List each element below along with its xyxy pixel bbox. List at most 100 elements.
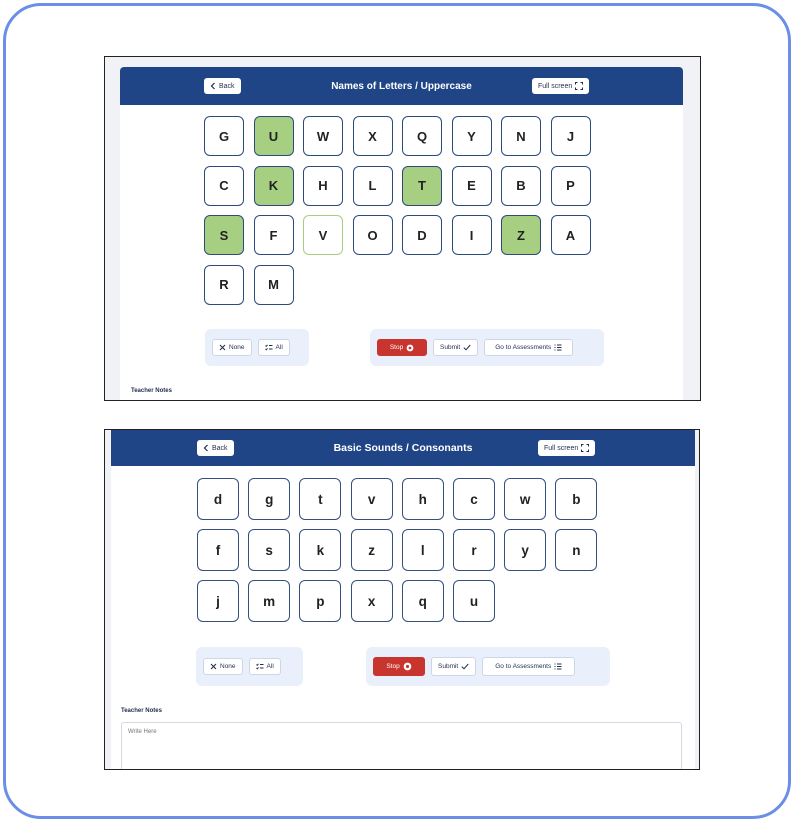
letter-tile-R[interactable]: R: [204, 264, 244, 305]
fullscreen-button[interactable]: Full screen: [538, 440, 596, 456]
page-title: Basic Sounds / Consonants: [333, 442, 473, 454]
all-label: All: [275, 344, 283, 351]
letter-tile-v[interactable]: v: [350, 478, 393, 520]
stop-button[interactable]: Stop: [377, 339, 427, 356]
letter-tile-q[interactable]: q: [401, 580, 444, 622]
assess-label: Go to Assessments: [495, 663, 552, 670]
go-to-assessments-button[interactable]: Go to Assessments: [484, 339, 574, 356]
letter-tile-N[interactable]: N: [501, 116, 541, 156]
letter-tile-W[interactable]: W: [303, 116, 343, 156]
letter-tile-S[interactable]: S: [204, 215, 244, 255]
none-label: None: [229, 344, 245, 351]
stop-circle-icon: [406, 344, 414, 351]
letter-tile-J[interactable]: J: [550, 116, 591, 156]
submit-label: Submit: [438, 663, 459, 670]
close-icon: [219, 344, 226, 351]
none-button[interactable]: None: [212, 339, 252, 356]
letter-tile-k[interactable]: k: [299, 529, 342, 571]
fullscreen-label: Full screen: [538, 82, 573, 90]
teacher-notes-input[interactable]: [121, 722, 682, 769]
submit-button[interactable]: Submit: [431, 657, 477, 676]
back-label: Back: [212, 444, 228, 452]
letter-tile-O[interactable]: O: [352, 215, 393, 255]
letter-tile-U[interactable]: U: [253, 116, 294, 156]
assessment-card: Back Basic Sounds / Consonants Full scre…: [111, 430, 695, 769]
letter-tile-T[interactable]: T: [402, 165, 442, 206]
stop-button[interactable]: Stop: [373, 657, 425, 676]
letter-tile-E[interactable]: E: [451, 165, 492, 206]
stop-label: Stop: [386, 663, 400, 670]
letter-tile-u[interactable]: u: [453, 580, 495, 622]
checklist-icon: [255, 663, 264, 670]
go-to-assessments-button[interactable]: Go to Assessments: [482, 657, 576, 676]
screenshot-uppercase: Back Names of Letters / Uppercase Full s…: [104, 56, 701, 401]
submit-button[interactable]: Submit: [433, 339, 479, 356]
fullscreen-button[interactable]: Full screen: [532, 78, 590, 94]
letter-tile-A[interactable]: A: [550, 215, 591, 255]
list-icon: [554, 344, 562, 351]
letter-tile-F[interactable]: F: [253, 215, 294, 255]
letter-tile-w[interactable]: w: [504, 478, 547, 520]
letter-tile-P[interactable]: P: [550, 165, 591, 206]
letter-tile-Z[interactable]: Z: [501, 215, 541, 255]
chevron-left-icon: [203, 444, 208, 452]
check-icon: [461, 663, 469, 670]
letter-tile-M[interactable]: M: [253, 264, 294, 305]
letter-tile-D[interactable]: D: [402, 215, 442, 255]
teacher-notes-label: Teacher Notes: [121, 708, 162, 714]
header-bar: Back Names of Letters / Uppercase Full s…: [120, 67, 683, 105]
letter-tile-X[interactable]: X: [352, 116, 393, 156]
letter-tile-y[interactable]: y: [504, 529, 547, 571]
checklist-icon: [264, 344, 273, 351]
all-button[interactable]: All: [257, 339, 290, 356]
action-panel: Stop Submit Go to Assessments: [366, 647, 610, 686]
screenshot-consonants: Back Basic Sounds / Consonants Full scre…: [104, 429, 700, 770]
letter-tile-p[interactable]: p: [299, 580, 342, 622]
all-button[interactable]: All: [248, 658, 281, 675]
submit-label: Submit: [440, 344, 461, 351]
letter-tile-C[interactable]: C: [204, 165, 244, 206]
letter-tile-V[interactable]: V: [303, 215, 343, 255]
letter-tile-z[interactable]: z: [350, 529, 393, 571]
letter-tile-B[interactable]: B: [501, 165, 541, 206]
letter-tile-h[interactable]: h: [401, 478, 444, 520]
letter-tile-f[interactable]: f: [197, 529, 239, 571]
none-label: None: [220, 663, 236, 670]
check-icon: [463, 344, 471, 351]
letter-tile-K[interactable]: K: [253, 165, 294, 206]
stop-label: Stop: [389, 344, 404, 351]
letter-tile-l[interactable]: l: [401, 529, 444, 571]
fullscreen-icon: [575, 82, 584, 90]
teacher-notes-label: Teacher Notes: [131, 388, 172, 394]
letter-tile-m[interactable]: m: [248, 580, 291, 622]
fullscreen-label: Full screen: [544, 444, 579, 452]
letter-tile-d[interactable]: d: [197, 478, 239, 520]
back-button[interactable]: Back: [204, 78, 241, 94]
letter-tile-n[interactable]: n: [555, 529, 598, 571]
letter-tile-Y[interactable]: Y: [451, 116, 492, 156]
letter-tile-b[interactable]: b: [555, 478, 598, 520]
assess-label: Go to Assessments: [495, 344, 552, 351]
letter-tile-g[interactable]: g: [248, 478, 291, 520]
letter-tile-H[interactable]: H: [303, 165, 343, 206]
letter-tile-x[interactable]: x: [350, 580, 393, 622]
header-bar: Back Basic Sounds / Consonants Full scre…: [111, 430, 695, 466]
letter-tile-I[interactable]: I: [451, 215, 492, 255]
all-label: All: [266, 663, 274, 670]
fullscreen-icon: [581, 444, 590, 452]
assessment-card: Back Names of Letters / Uppercase Full s…: [120, 67, 683, 400]
letter-tile-j[interactable]: j: [197, 580, 239, 622]
letter-tile-Q[interactable]: Q: [402, 116, 442, 156]
letter-tile-s[interactable]: s: [248, 529, 291, 571]
letter-tile-G[interactable]: G: [204, 116, 244, 156]
letter-tile-t[interactable]: t: [299, 478, 342, 520]
letter-tile-c[interactable]: c: [453, 478, 495, 520]
letter-tile-L[interactable]: L: [352, 165, 393, 206]
none-button[interactable]: None: [203, 658, 243, 675]
back-label: Back: [219, 82, 235, 90]
letter-tile-r[interactable]: r: [453, 529, 495, 571]
back-button[interactable]: Back: [197, 440, 234, 456]
stop-circle-icon: [403, 662, 412, 671]
action-panel: Stop Submit Go to Assessments: [370, 329, 604, 366]
selection-panel: None All: [196, 647, 303, 686]
